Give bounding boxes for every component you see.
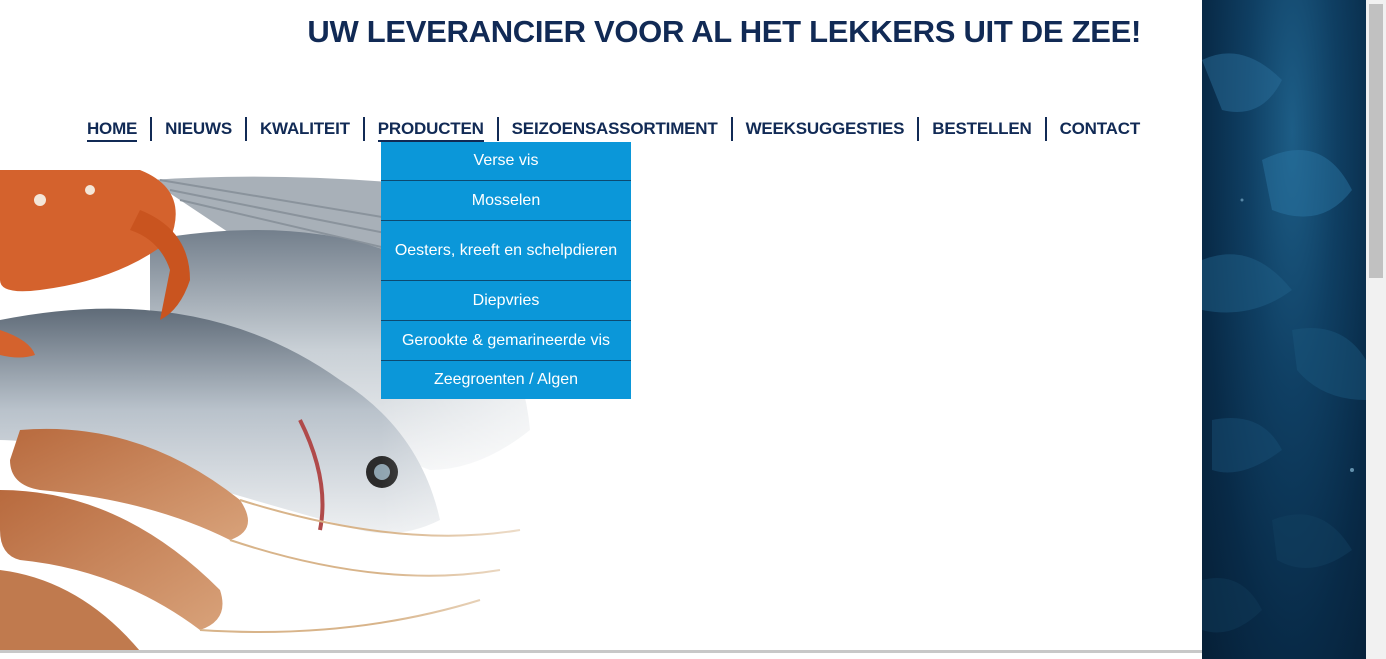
scrollbar-thumb[interactable] (1369, 4, 1383, 278)
site-tagline: UW LEVERANCIER VOOR AL HET LEKKERS UIT D… (307, 14, 1141, 49)
main-nav: HOME NIEUWS KWALITEIT PRODUCTEN SEIZOENS… (74, 116, 1140, 142)
dropdown-item-zeegroenten[interactable]: Zeegroenten / Algen (381, 361, 631, 399)
nav-seizoensassortiment-label: SEIZOENSASSORTIMENT (511, 119, 718, 138)
producten-dropdown: Verse vis Mosselen Oesters, kreeft en sc… (381, 142, 631, 399)
nav-home-label: HOME (86, 118, 137, 142)
nav-nieuws-label: NIEUWS (165, 119, 232, 138)
nav-contact-label: CONTACT (1059, 119, 1141, 138)
page-bottom-border (0, 650, 1202, 653)
nav-contact[interactable]: CONTACT (1047, 116, 1141, 142)
ocean-background-icon (1202, 53, 1366, 633)
nav-bestellen-label: BESTELLEN (932, 119, 1032, 138)
nav-weeksuggesties[interactable]: WEEKSUGGESTIES (733, 116, 918, 142)
nav-kwaliteit[interactable]: KWALITEIT (247, 116, 363, 142)
dropdown-item-gerookte-vis[interactable]: Gerookte & gemarineerde vis (381, 321, 631, 361)
nav-nieuws[interactable]: NIEUWS (152, 116, 245, 142)
nav-weeksuggesties-label: WEEKSUGGESTIES (745, 119, 905, 138)
nav-home[interactable]: HOME (74, 116, 150, 142)
dropdown-item-mosselen[interactable]: Mosselen (381, 181, 631, 221)
dropdown-item-oesters[interactable]: Oesters, kreeft en schelpdieren (381, 221, 631, 281)
vertical-scrollbar[interactable] (1366, 0, 1386, 659)
nav-kwaliteit-label: KWALITEIT (259, 119, 350, 138)
nav-seizoensassortiment[interactable]: SEIZOENSASSORTIMENT (499, 116, 731, 142)
dropdown-item-verse-vis[interactable]: Verse vis (381, 142, 631, 181)
dropdown-item-diepvries[interactable]: Diepvries (381, 281, 631, 321)
ocean-background-panel (1202, 0, 1366, 659)
nav-producten-label: PRODUCTEN (377, 118, 484, 142)
nav-producten[interactable]: PRODUCTEN (365, 116, 497, 142)
nav-bestellen[interactable]: BESTELLEN (919, 116, 1044, 142)
